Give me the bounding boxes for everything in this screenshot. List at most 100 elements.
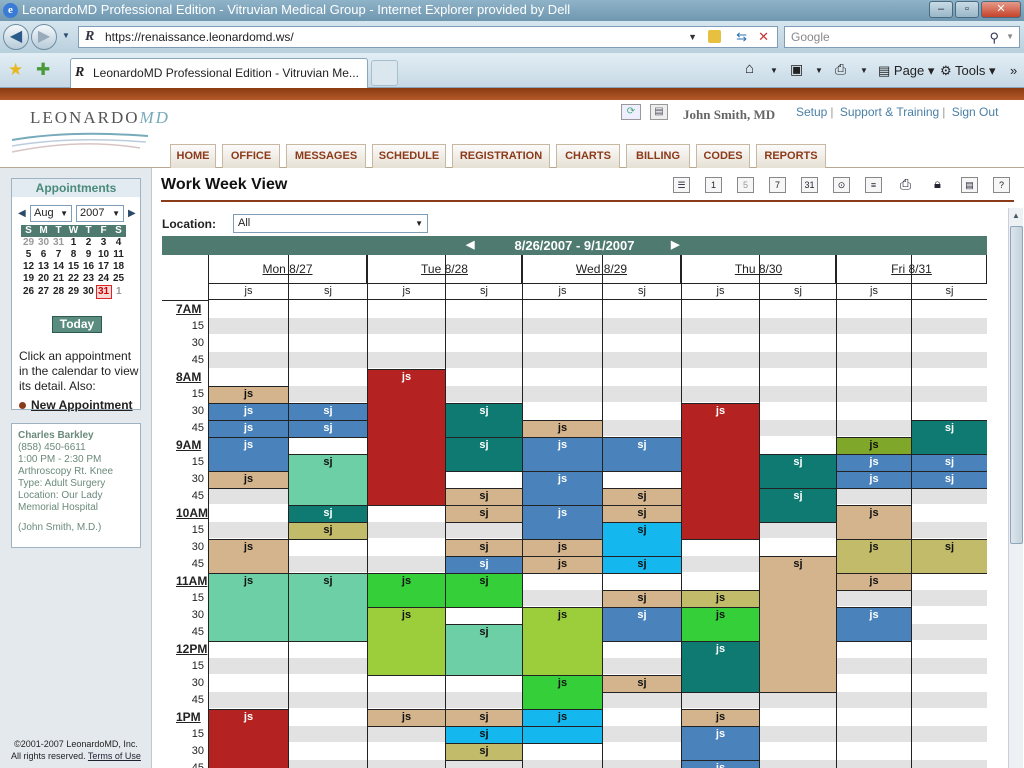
close-window-button[interactable]: ✕ [981, 1, 1021, 18]
appointment-block[interactable]: js [836, 607, 912, 642]
appointment-block[interactable]: js [522, 709, 603, 727]
history-dropdown-icon[interactable]: ▼ [62, 31, 70, 40]
appointment-block[interactable]: sj [602, 488, 682, 506]
tab-home[interactable]: HOME [170, 144, 216, 168]
appointment-block[interactable]: sj [602, 590, 682, 608]
appointment-block[interactable]: sj [445, 437, 523, 472]
appointment-block[interactable]: sj [911, 471, 987, 489]
forward-button[interactable]: ▶ [31, 24, 57, 50]
calendar-day[interactable]: 24 [96, 273, 111, 286]
appointment-block[interactable]: sj [288, 403, 368, 421]
time-slot[interactable] [208, 335, 987, 352]
home-dropdown-icon[interactable]: ▼ [770, 66, 778, 75]
year-select[interactable]: 2007 ▼ [76, 205, 124, 222]
find-slot-icon[interactable]: ⊙ [833, 177, 850, 193]
print-dropdown-icon[interactable]: ▼ [860, 66, 868, 75]
calendar-day[interactable]: 10 [96, 249, 111, 261]
appointment-block[interactable]: js [367, 573, 446, 608]
appointment-block[interactable]: js [208, 403, 289, 421]
appointment-block[interactable]: js [681, 607, 760, 642]
appointment-block[interactable]: sj [445, 488, 523, 506]
calendar-day[interactable]: 12 [21, 261, 36, 273]
calendar-day[interactable]: 9 [81, 249, 96, 261]
appointment-block[interactable]: js [522, 539, 603, 557]
appointment-block[interactable]: sj [288, 420, 368, 438]
tab-codes[interactable]: CODES [696, 144, 750, 168]
appointment-block[interactable]: js [208, 539, 289, 574]
work-week-view-icon[interactable]: 5 [737, 177, 754, 193]
calendar-day[interactable]: 11 [111, 249, 126, 261]
setup-link[interactable]: Setup [796, 105, 827, 119]
feeds-dropdown-icon[interactable]: ▼ [815, 66, 823, 75]
appointment-block[interactable]: js [836, 505, 912, 540]
appointment-block[interactable]: sj [759, 556, 837, 693]
calendar-day[interactable]: 27 [36, 286, 51, 299]
time-slot[interactable] [208, 369, 987, 386]
tab-registration[interactable]: REGISTRATION [452, 144, 550, 168]
location-select[interactable]: All ▼ [233, 214, 428, 233]
time-slot[interactable] [208, 301, 987, 318]
appointment-block[interactable]: sj [445, 573, 523, 608]
search-dropdown-icon[interactable]: ▼ [1006, 27, 1014, 47]
today-button[interactable]: Today [52, 316, 102, 333]
refresh-icon[interactable]: ⇆ [736, 27, 747, 47]
next-month-icon[interactable]: ▶ [128, 208, 136, 219]
calendar-day[interactable]: 1 [111, 286, 126, 299]
appointment-block[interactable]: sj [602, 522, 682, 557]
url-dropdown-icon[interactable]: ▼ [688, 27, 697, 47]
time-slot[interactable] [208, 743, 987, 760]
refresh-session-icon[interactable]: ⟳ [621, 104, 641, 120]
home-icon[interactable]: ⌂ [745, 60, 754, 77]
calendar-day[interactable]: 20 [36, 273, 51, 286]
notes-icon[interactable]: ▤ [650, 104, 668, 120]
appointment-block[interactable]: sj [911, 420, 987, 455]
settings-icon[interactable]: ▤ [961, 177, 978, 193]
appointment-block[interactable]: js [681, 760, 760, 768]
tools-menu[interactable]: ⚙ Tools ▾ [940, 63, 996, 79]
add-favorites-icon[interactable]: ✚ [36, 60, 50, 80]
maximize-button[interactable]: ▫ [955, 1, 979, 18]
appointment-block[interactable]: js [522, 420, 603, 438]
tab-charts[interactable]: CHARTS [556, 144, 620, 168]
time-slot[interactable] [208, 760, 987, 768]
time-slot[interactable] [208, 352, 987, 369]
search-input[interactable]: Google ⚲ ▼ [784, 26, 1020, 48]
appointment-block[interactable]: js [522, 675, 603, 710]
appointment-block[interactable]: sj [602, 675, 682, 693]
appointment-block[interactable]: sj [445, 539, 523, 557]
time-slot[interactable] [208, 318, 987, 335]
appointment-block[interactable]: sj [759, 488, 837, 523]
appointment-block[interactable]: sj [445, 709, 523, 727]
appointment-block[interactable]: sj [288, 522, 368, 540]
prev-month-icon[interactable]: ◀ [18, 208, 26, 219]
calendar-day[interactable]: 28 [51, 286, 66, 299]
scroll-up-icon[interactable]: ▲ [1012, 211, 1020, 220]
next-week-icon[interactable]: ▶ [671, 236, 679, 255]
appointment-block[interactable]: js [522, 437, 603, 472]
day-view-icon[interactable]: 1 [705, 177, 722, 193]
calendar-day[interactable]: 1 [66, 237, 81, 249]
browser-tab[interactable]: R LeonardoMD Professional Edition - Vitr… [70, 58, 368, 88]
calendar-day[interactable]: 18 [111, 261, 126, 273]
appointment-block[interactable] [522, 726, 603, 744]
calendar-day[interactable]: 30 [36, 237, 51, 249]
calendar-day[interactable]: 30 [81, 286, 96, 299]
help-icon[interactable]: ? [993, 177, 1010, 193]
print-icon[interactable]: ⎙ [835, 61, 846, 78]
appointment-block[interactable]: js [836, 471, 912, 489]
appointment-block[interactable]: sj [445, 624, 523, 676]
calendar-day[interactable]: 31 [95, 285, 112, 299]
month-select[interactable]: Aug ▼ [30, 205, 72, 222]
chevron-right-icon[interactable]: » [1010, 63, 1017, 78]
appointment-block[interactable]: js [208, 420, 289, 438]
appointment-block[interactable]: js [681, 726, 760, 761]
appointment-block[interactable]: sj [602, 556, 682, 574]
appointment-block[interactable]: sj [445, 505, 523, 523]
appointment-block[interactable]: js [836, 573, 912, 591]
appointment-block[interactable]: sj [602, 607, 682, 642]
calendar-day[interactable]: 4 [111, 237, 126, 249]
back-button[interactable]: ◀ [3, 24, 29, 50]
appointment-block[interactable]: js [367, 607, 446, 676]
tab-billing[interactable]: BILLING [626, 144, 690, 168]
appointment-block[interactable]: sj [602, 437, 682, 472]
